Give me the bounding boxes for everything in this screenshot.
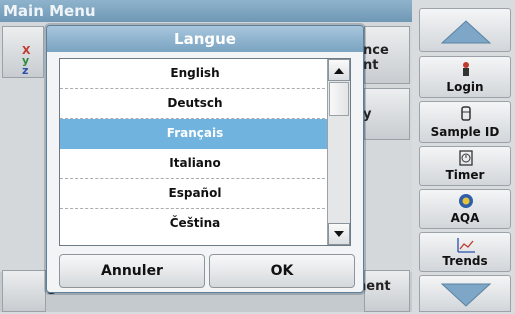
bg-tile-right-mid[interactable]: y (363, 88, 410, 140)
trends-button[interactable]: Trends (419, 232, 511, 272)
aqa-label: AQA (450, 211, 480, 225)
bg-tile-bottom-left[interactable]: S (2, 270, 56, 312)
language-option-deutsch[interactable]: Deutsch (60, 89, 330, 119)
aqa-button[interactable]: AQA (419, 189, 511, 229)
triangle-up-icon (440, 20, 492, 44)
language-list: English Deutsch Français Italiano Españo… (59, 58, 351, 246)
sample-id-label: Sample ID (430, 125, 500, 139)
language-dialog: Langue English Deutsch Français Italiano… (46, 25, 364, 293)
language-option-english[interactable]: English (60, 59, 330, 89)
trends-label: Trends (442, 254, 488, 268)
aqa-icon (459, 194, 473, 208)
xyz-icon: X y z (22, 44, 31, 77)
arrow-down-icon (334, 231, 344, 237)
dialog-title: Langue (47, 26, 363, 52)
language-option-francais[interactable]: Français (60, 119, 330, 149)
right-sidebar: Login Sample ID Timer AQA Trends (412, 0, 515, 312)
scrollbar-thumb[interactable] (329, 82, 349, 116)
language-option-cestina[interactable]: Čeština (60, 209, 330, 239)
bottom-tab-accent (155, 290, 191, 314)
clock-icon (459, 150, 473, 166)
arrow-up-icon (334, 68, 344, 74)
list-scroll-down-button[interactable] (328, 223, 350, 245)
sample-vial-icon (461, 106, 471, 121)
user-icon (463, 62, 469, 76)
main-menu-title: Main Menu (0, 0, 412, 22)
trend-chart-icon (457, 238, 475, 253)
scroll-down-button[interactable] (419, 275, 511, 312)
bg-tile-label: nce (363, 43, 389, 58)
language-option-italiano[interactable]: Italiano (60, 149, 330, 179)
triangle-down-icon (440, 283, 492, 307)
bg-tile-right-top[interactable]: nce nt (363, 26, 410, 84)
list-scrollbar[interactable] (327, 59, 350, 245)
language-option-espanol[interactable]: Español (60, 179, 330, 209)
bg-tile-bottom-right[interactable]: nent (357, 270, 410, 312)
ok-button[interactable]: OK (209, 254, 355, 288)
timer-button[interactable]: Timer (419, 146, 511, 186)
cancel-button[interactable]: Annuler (59, 254, 205, 288)
login-button[interactable]: Login (419, 56, 511, 98)
scroll-up-button[interactable] (419, 8, 511, 52)
login-label: Login (446, 80, 484, 94)
list-scroll-up-button[interactable] (328, 59, 350, 81)
bg-tile-label: y (363, 107, 372, 122)
sample-id-button[interactable]: Sample ID (419, 101, 511, 143)
bg-tile-label: nt (363, 58, 379, 73)
timer-label: Timer (445, 168, 485, 182)
